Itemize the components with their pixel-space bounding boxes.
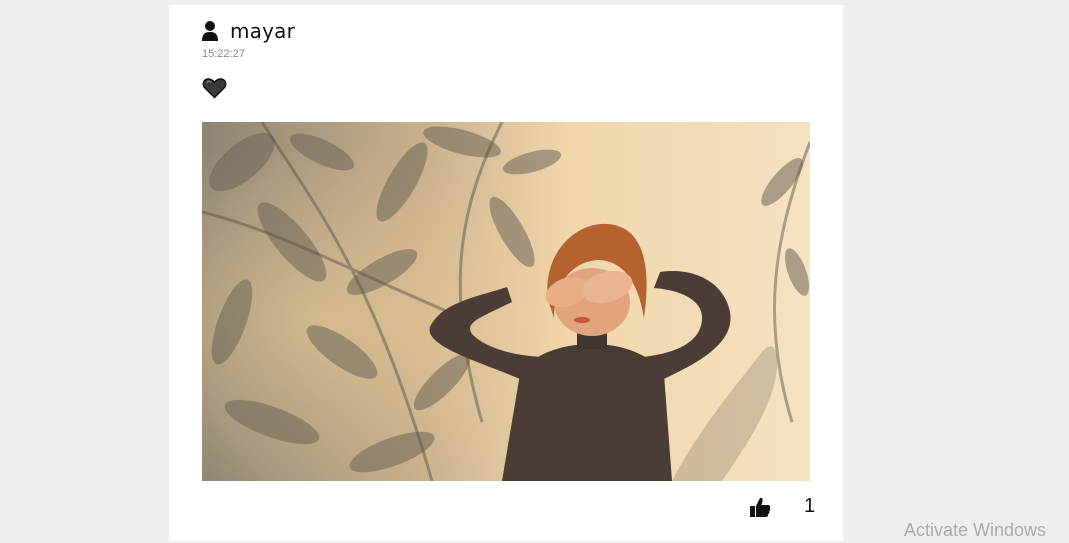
activate-windows-watermark: Activate Windows [904, 520, 1047, 540]
post-card: mayar 15:22:27 1 [169, 5, 843, 541]
like-count: 1 [804, 495, 816, 517]
post-timestamp: 15:22:27 [202, 48, 245, 60]
post-photo [202, 122, 810, 481]
thumbs-up-icon[interactable] [749, 496, 771, 518]
heart-icon[interactable] [202, 76, 227, 100]
post-footer: 1 [749, 495, 815, 518]
post-header: mayar [201, 19, 295, 43]
post-username[interactable]: mayar [230, 19, 295, 43]
user-icon [202, 21, 218, 41]
